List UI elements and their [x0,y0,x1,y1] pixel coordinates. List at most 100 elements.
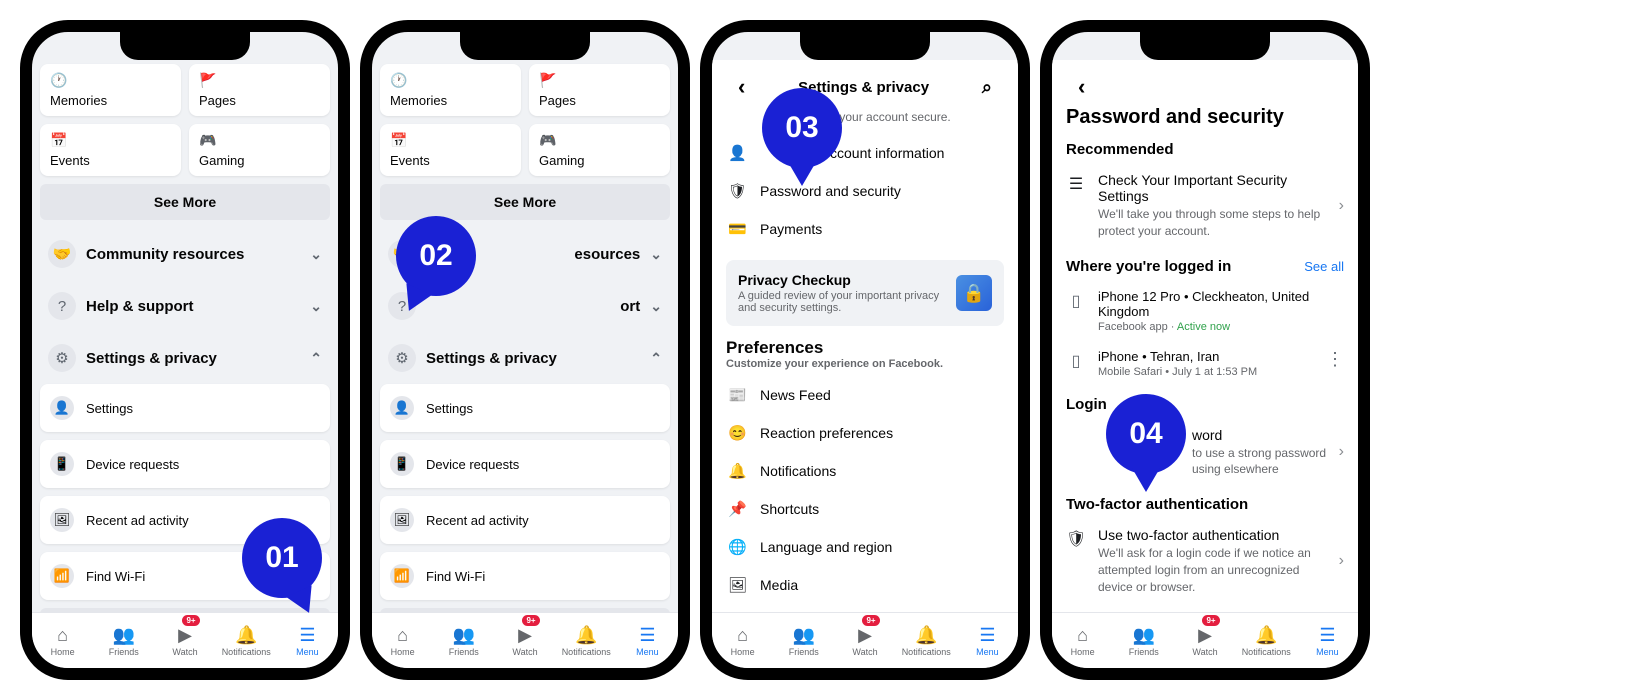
calendar-icon: 📅 [390,132,511,149]
nav-friends[interactable]: 👥Friends [1113,613,1174,668]
subitem-find-wifi[interactable]: 📶Find Wi-Fi [380,552,670,600]
row-use-two-factor[interactable]: 🛡 Use two-factor authentication We'll as… [1066,519,1344,603]
see-more-button[interactable]: See More [380,184,670,220]
nav-menu[interactable]: ☰Menu [617,613,678,668]
nav-notifications[interactable]: 🔔Notifications [216,613,277,668]
row-check-security[interactable]: ☰ Check Your Important Security Settings… [1066,164,1344,248]
preferences-heading: Preferences [726,338,1004,358]
notch [120,30,250,60]
nav-watch[interactable]: 9+▶Watch [834,613,895,668]
phone-icon: ▯ [1066,349,1086,371]
tile-events[interactable]: 📅Events [380,124,521,176]
device-icon: 📱 [390,452,414,476]
nav-home[interactable]: ⌂Home [712,613,773,668]
gaming-icon: 🎮 [539,132,660,149]
preferences-subheading: Customize your experience on Facebook. [726,358,1004,370]
feed-icon: 📰 [728,386,746,404]
search-icon[interactable]: ⌕ [974,77,1000,98]
subitem-settings[interactable]: 👤Settings [380,384,670,432]
nav-home[interactable]: ⌂Home [372,613,433,668]
tile-label: Memories [50,93,171,108]
step-badge-01: 01 [242,518,322,598]
reaction-icon: 😊 [728,424,746,442]
row-news-feed[interactable]: 📰News Feed [726,376,1004,414]
accordion-help[interactable]: ? Help & support ⌄ [40,280,330,332]
device-row-1[interactable]: ▯ iPhone 12 Pro • Cleckheaton, United Ki… [1066,281,1344,341]
handshake-icon: 🤝 [48,240,76,268]
tile-pages[interactable]: 🚩 Pages [189,64,330,116]
device-row-2[interactable]: ▯ iPhone • Tehran, Iran Mobile Safari • … [1066,341,1344,386]
bell-icon: 🔔 [235,625,257,646]
watch-icon: ▶ [178,625,192,646]
device-icon: 📱 [50,452,74,476]
friends-icon: 👥 [113,625,135,646]
watch-icon: ▶ [518,625,532,646]
accordion-settings-privacy[interactable]: ⚙ Settings & privacy ⌃ [380,332,670,384]
step-badge-03: 03 [762,88,842,168]
bottom-nav: ⌂Home 👥Friends 9+▶Watch 🔔Notifications ☰… [712,612,1018,668]
nav-menu[interactable]: ☰Menu [1297,613,1358,668]
notification-badge: 9+ [862,615,879,626]
tile-events[interactable]: 📅 Events [40,124,181,176]
row-media[interactable]: 🖼Media [726,566,1004,604]
row-reaction[interactable]: 😊Reaction preferences [726,414,1004,452]
privacy-checkup-title: Privacy Checkup [738,272,944,288]
chevron-right-icon: › [1339,443,1344,461]
nav-menu[interactable]: ☰Menu [277,613,338,668]
screen-4: ‹ Password and security Recommended ☰ Ch… [1052,32,1358,668]
home-icon: ⌂ [1077,625,1088,646]
tile-memories[interactable]: 🕐 Memories [40,64,181,116]
row-shortcuts[interactable]: 📌Shortcuts [726,490,1004,528]
row-password-security[interactable]: 🛡Password and security [726,172,1004,210]
nav-notifications[interactable]: 🔔Notifications [556,613,617,668]
chevron-right-icon: › [1339,197,1344,215]
friends-icon: 👥 [1133,625,1155,646]
nav-friends[interactable]: 👥Friends [93,613,154,668]
tile-gaming[interactable]: 🎮 Gaming [189,124,330,176]
login-heading: Login [1066,396,1344,413]
see-all-link[interactable]: See all [1304,259,1344,274]
row-payments[interactable]: 💳Payments [726,210,1004,248]
tile-memories[interactable]: 🕐Memories [380,64,521,116]
nav-watch[interactable]: 9+▶Watch [1174,613,1235,668]
row-language[interactable]: 🌐Language and region [726,528,1004,566]
nav-home[interactable]: ⌂Home [1052,613,1113,668]
ad-icon: 🖼 [390,508,414,532]
see-more-button[interactable]: See More [40,184,330,220]
tile-label: Gaming [199,153,320,168]
checklist-icon: ☰ [1066,172,1086,194]
tile-gaming[interactable]: 🎮Gaming [529,124,670,176]
globe-icon: 🌐 [728,538,746,556]
row-your-time[interactable]: 🕐Your Time on Facebook [726,604,1004,612]
tile-pages[interactable]: 🚩Pages [529,64,670,116]
nav-friends[interactable]: 👥Friends [773,613,834,668]
bell-icon: 🔔 [575,625,597,646]
nav-friends[interactable]: 👥Friends [433,613,494,668]
bottom-nav: ⌂Home 👥Friends 9+▶Watch 🔔Notifications ☰… [1052,612,1358,668]
accordion-settings-privacy[interactable]: ⚙ Settings & privacy ⌃ [40,332,330,384]
nav-notifications[interactable]: 🔔Notifications [1236,613,1297,668]
nav-menu[interactable]: ☰Menu [957,613,1018,668]
nav-watch[interactable]: 9+▶Watch [494,613,555,668]
menu-icon: ☰ [979,625,995,646]
subitem-recent-ad[interactable]: 🖼Recent ad activity [380,496,670,544]
chevron-down-icon: ⌄ [310,298,322,315]
back-button[interactable]: ‹ [730,74,753,100]
privacy-checkup-card[interactable]: Privacy Checkup A guided review of your … [726,260,1004,326]
friends-icon: 👥 [793,625,815,646]
nav-notifications[interactable]: 🔔Notifications [896,613,957,668]
gaming-icon: 🎮 [199,132,320,149]
nav-watch[interactable]: 9+▶Watch [154,613,215,668]
nav-home[interactable]: ⌂Home [32,613,93,668]
question-icon: ? [48,292,76,320]
subitem-device-requests[interactable]: 📱 Device requests [40,440,330,488]
subitem-device-requests[interactable]: 📱Device requests [380,440,670,488]
phone-frame-4: 04 ‹ Password and security Recommended ☰… [1040,20,1370,680]
bell-icon: 🔔 [1255,625,1277,646]
back-button[interactable]: ‹ [1070,74,1093,100]
phone-frame-1: 01 🕐 Memories 🚩 Pages 📅 Events [20,20,350,680]
subitem-settings[interactable]: 👤 Settings [40,384,330,432]
row-notifications[interactable]: 🔔Notifications [726,452,1004,490]
accordion-community[interactable]: 🤝 Community resources ⌄ [40,228,330,280]
more-options-icon[interactable]: ⋮ [1326,349,1344,370]
